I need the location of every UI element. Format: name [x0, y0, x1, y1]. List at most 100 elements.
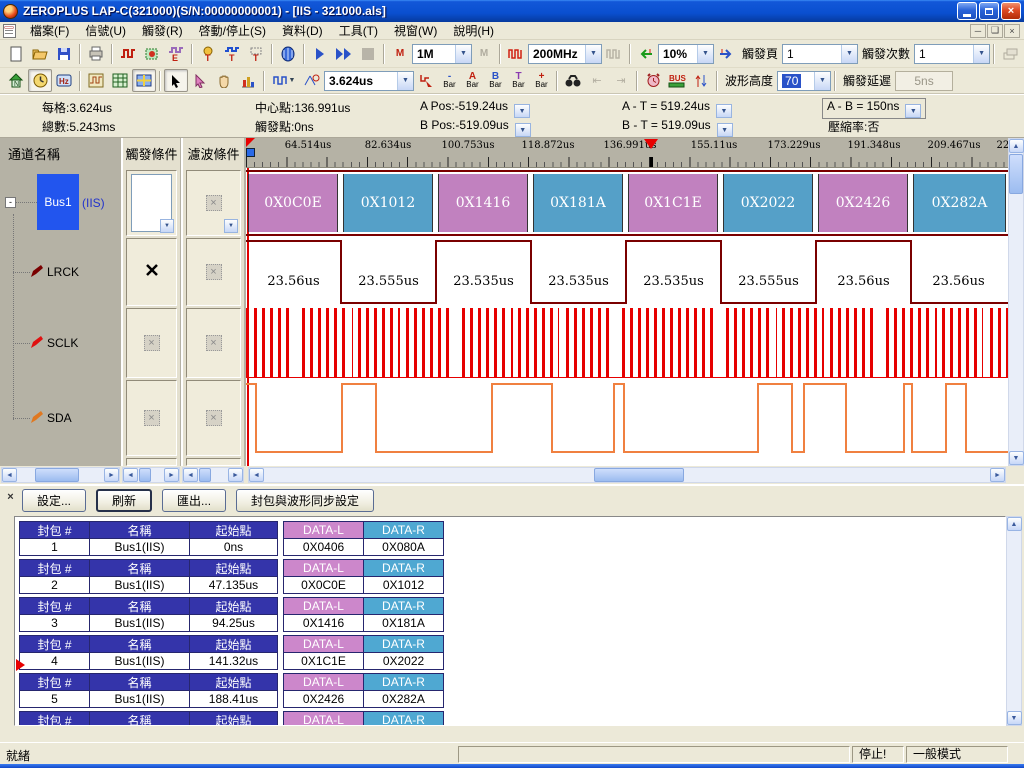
trigger-width-button[interactable]: T [244, 42, 268, 65]
waveform-display[interactable]: 64.514us 82.634us 100.753us 118.872us 13… [246, 138, 1008, 466]
trigger-page-select[interactable]: 1▼ [782, 44, 858, 64]
next-edge-button[interactable]: ⇥ [609, 69, 633, 92]
menu-window[interactable]: 視窗(W) [386, 21, 445, 40]
panel-close-icon[interactable]: × [4, 491, 17, 504]
channel-label-sclk[interactable]: SCLK [47, 336, 78, 350]
bus-value-block[interactable]: 0X181A [533, 174, 623, 232]
trigger-range-button[interactable]: T [220, 42, 244, 65]
chevron-down-icon[interactable]: ▼ [224, 219, 238, 233]
sda-filter-cell[interactable]: × [186, 380, 241, 456]
new-file-button[interactable] [4, 42, 28, 65]
sclk-trigger-cell[interactable]: × [126, 308, 177, 378]
scroll-thumb[interactable] [1009, 154, 1023, 194]
center-marker-icon[interactable] [644, 139, 658, 149]
hand-tool-button[interactable] [212, 69, 236, 92]
trigger-flag-icon[interactable] [246, 138, 255, 147]
sample-rate-icon-button[interactable] [504, 42, 528, 65]
lrck-waveform-row[interactable]: 23.56us 23.555us 23.535us 23.535us 23.53… [246, 238, 1008, 306]
sda-waveform-row[interactable] [246, 380, 1008, 456]
trigger-cursor-button[interactable] [414, 69, 438, 92]
stack-forward-button[interactable] [998, 42, 1022, 65]
scroll-right-icon[interactable]: ► [104, 468, 119, 482]
packet-entry[interactable]: 封包 # 名稱 起始點 DATA-L DATA-R 5 Bus1(IIS) 18… [20, 673, 460, 708]
scroll-right-icon[interactable]: ► [990, 468, 1005, 482]
open-file-button[interactable] [28, 42, 52, 65]
b-t-dropdown[interactable]: ▼ [717, 123, 733, 137]
scroll-thumb[interactable] [139, 468, 151, 482]
trigger-ratio-right-button[interactable] [714, 42, 738, 65]
bus-config-button[interactable]: BUS [665, 69, 689, 92]
scroll-left-icon[interactable]: ◄ [123, 468, 138, 482]
trigger-mark-button[interactable]: T [196, 42, 220, 65]
packet-entry[interactable]: 封包 # 名稱 起始點 DATA-L DATA-R 3 Bus1(IIS) 94… [20, 597, 460, 632]
export-button[interactable]: 匯出... [162, 489, 226, 512]
memory-page-right-button[interactable]: M [472, 42, 496, 65]
multi-cursor-button[interactable] [188, 69, 212, 92]
waveform-vertical-scrollbar[interactable]: ▲ ▼ [1008, 138, 1024, 466]
wave-zoom-mode-button[interactable]: ▼ [268, 69, 300, 92]
tree-collapse-toggle[interactable]: - [5, 197, 16, 208]
bus-channel-selected[interactable]: Bus1 [37, 174, 79, 230]
home-button[interactable]: N [4, 69, 28, 92]
noise-filter-button[interactable] [641, 69, 665, 92]
scroll-down-icon[interactable]: ▼ [1009, 451, 1024, 465]
bus-packet-button[interactable] [276, 42, 300, 65]
waveform-hscrollbar[interactable]: ◄ ► [248, 467, 1006, 483]
trigger-ratio-select[interactable]: 10%▼ [658, 44, 714, 64]
bus-value-block[interactable]: 0X0C0E [248, 174, 338, 232]
frequency-button[interactable]: Hz [52, 69, 76, 92]
run-button[interactable] [308, 42, 332, 65]
wave-height-select[interactable]: 70▼ [777, 71, 831, 91]
bus-value-block[interactable]: 0X2426 [818, 174, 908, 232]
chevron-down-icon[interactable]: ▼ [585, 45, 601, 63]
scroll-up-icon[interactable]: ▲ [1007, 517, 1022, 531]
chevron-down-icon[interactable]: ▼ [160, 219, 174, 233]
save-button[interactable] [52, 42, 76, 65]
lrck-filter-cell[interactable]: × [186, 238, 241, 306]
scroll-thumb[interactable] [199, 468, 211, 482]
stop-button[interactable] [356, 42, 380, 65]
memory-page-left-button[interactable]: M [388, 42, 412, 65]
channel-hscrollbar[interactable]: ◄ ► [1, 467, 120, 483]
chevron-down-icon[interactable]: ▼ [814, 72, 830, 90]
menu-run-stop[interactable]: 啓動/停止(S) [191, 21, 274, 40]
time-ruler[interactable]: 64.514us 82.634us 100.753us 118.872us 13… [246, 138, 1008, 168]
scroll-left-icon[interactable]: ◄ [183, 468, 198, 482]
scroll-left-icon[interactable]: ◄ [2, 468, 17, 482]
chevron-down-icon[interactable]: ▼ [455, 45, 471, 63]
zoom-scale-select[interactable]: 3.624us▼ [324, 71, 414, 91]
scroll-right-icon[interactable]: ► [164, 468, 179, 482]
filter-hscrollbar[interactable]: ◄ ► [182, 467, 244, 483]
sda-trigger-cell[interactable]: × [126, 380, 177, 456]
packet-entry[interactable]: 封包 # 名稱 起始點 DATA-L DATA-R 2 Bus1(IIS) 47… [20, 559, 460, 594]
bus-filter-cell[interactable]: ×▼ [186, 170, 241, 236]
bus-value-block[interactable]: 0X1C1E [628, 174, 718, 232]
a-bar-button[interactable]: ABar [461, 70, 484, 92]
sclk-filter-cell[interactable]: × [186, 308, 241, 378]
clock-button[interactable] [28, 69, 52, 92]
menu-trigger[interactable]: 觸發(R) [134, 21, 191, 40]
packet-table[interactable]: 封包 # 名稱 起始點 DATA-L DATA-R 1 Bus1(IIS) 0n… [14, 516, 1006, 726]
a-pos-dropdown[interactable]: ▼ [514, 104, 530, 118]
mdi-restore-button[interactable]: ❑ [987, 24, 1003, 38]
packet-entry[interactable]: 封包 # 名稱 起始點 DATA-L DATA-R 6 Bus1(IIS) 23… [20, 711, 460, 726]
settings-button[interactable]: 設定... [22, 489, 86, 512]
packet-vertical-scrollbar[interactable]: ▲ ▼ [1006, 516, 1022, 726]
a-b-dropdown[interactable]: ▼ [905, 104, 921, 118]
sample-depth-select[interactable]: 1M▼ [412, 44, 472, 64]
close-button[interactable]: × [1001, 2, 1021, 20]
packet-entry[interactable]: 封包 # 名稱 起始點 DATA-L DATA-R 4 Bus1(IIS) 14… [20, 635, 460, 670]
data-compare-button[interactable] [689, 69, 713, 92]
menu-file[interactable]: 檔案(F) [22, 21, 77, 40]
scroll-thumb[interactable] [594, 468, 684, 482]
bus-value-block[interactable]: 0X1012 [343, 174, 433, 232]
sclk-waveform-row[interactable] [246, 308, 1008, 378]
prev-edge-button[interactable]: ⇤ [585, 69, 609, 92]
refresh-button[interactable]: 刷新 [96, 489, 152, 512]
bar-chart-button[interactable] [236, 69, 260, 92]
add-bar-button[interactable]: +Bar [530, 70, 553, 92]
bus-setup-button[interactable] [140, 42, 164, 65]
signal-setup-button[interactable] [116, 42, 140, 65]
scroll-thumb[interactable] [35, 468, 79, 482]
repeat-run-button[interactable] [332, 42, 356, 65]
